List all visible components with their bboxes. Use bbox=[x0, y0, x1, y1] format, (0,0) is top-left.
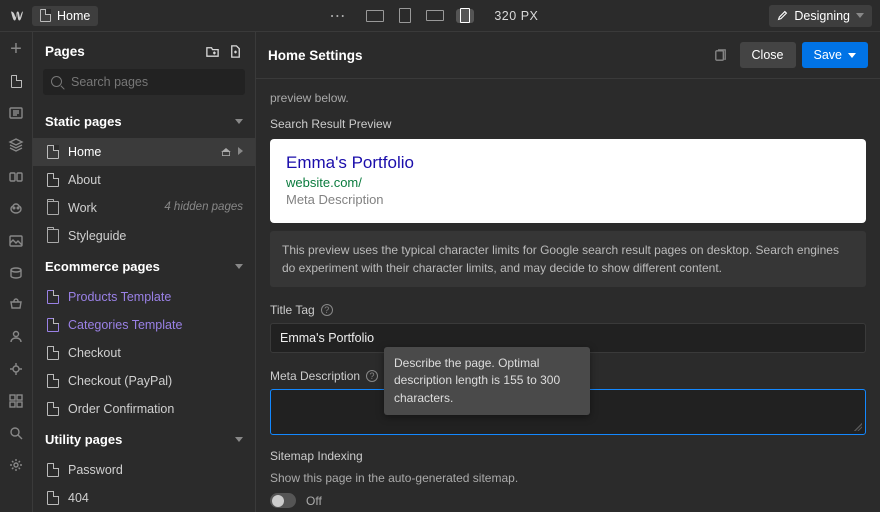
sitemap-hint: Show this page in the auto-generated sit… bbox=[270, 471, 866, 485]
save-button[interactable]: Save bbox=[802, 42, 869, 68]
sitemap-label: Sitemap Indexing bbox=[270, 449, 866, 463]
page-row-styleguide[interactable]: Styleguide bbox=[33, 222, 255, 250]
preview-title: Emma's Portfolio bbox=[286, 153, 850, 173]
page-row-password[interactable]: Password bbox=[33, 456, 255, 484]
variables-icon[interactable] bbox=[7, 168, 25, 186]
style-icon[interactable] bbox=[7, 200, 25, 218]
pages-icon[interactable] bbox=[7, 72, 25, 90]
apps-icon[interactable] bbox=[7, 392, 25, 410]
settings-header: Home Settings Close Save bbox=[256, 32, 880, 79]
page-row-404[interactable]: 404 bbox=[33, 484, 255, 512]
preview-url: website.com/ bbox=[286, 175, 850, 190]
pages-header: Pages bbox=[33, 32, 255, 69]
section-utility-pages[interactable]: Utility pages bbox=[33, 423, 255, 456]
sitemap-state: Off bbox=[306, 494, 322, 508]
breadcrumb-label: Home bbox=[57, 9, 90, 23]
page-icon bbox=[47, 145, 59, 159]
search-result-preview: Emma's Portfolio website.com/ Meta Descr… bbox=[270, 139, 866, 223]
preview-description: Meta Description bbox=[286, 192, 850, 207]
more-icon[interactable]: ⋯ bbox=[329, 6, 346, 26]
page-row-products-template[interactable]: Products Template bbox=[33, 283, 255, 311]
settings-title: Home Settings bbox=[268, 48, 713, 63]
folder-icon bbox=[47, 229, 59, 243]
pencil-icon bbox=[777, 10, 788, 21]
page-row-checkout-paypal[interactable]: Checkout (PayPal) bbox=[33, 367, 255, 395]
app-logo-icon bbox=[8, 7, 26, 25]
help-icon[interactable]: ? bbox=[366, 370, 378, 382]
search-placeholder: Search pages bbox=[71, 75, 148, 89]
search-pages-input[interactable]: Search pages bbox=[43, 69, 245, 95]
settings-body: preview below. Search Result Preview Emm… bbox=[256, 79, 880, 512]
close-button[interactable]: Close bbox=[740, 42, 796, 68]
tablet-device-icon[interactable] bbox=[396, 9, 414, 23]
chevron-down-icon bbox=[856, 13, 864, 18]
new-folder-icon[interactable] bbox=[205, 44, 220, 59]
page-row-work[interactable]: Work 4 hidden pages bbox=[33, 194, 255, 222]
mode-selector[interactable]: Designing bbox=[769, 5, 872, 27]
cms-icon[interactable] bbox=[7, 264, 25, 282]
left-rail: + bbox=[0, 32, 33, 512]
page-row-about[interactable]: About bbox=[33, 166, 255, 194]
page-icon bbox=[47, 463, 59, 477]
search-icon[interactable] bbox=[7, 424, 25, 442]
page-row-categories-template[interactable]: Categories Template bbox=[33, 311, 255, 339]
assets-icon[interactable] bbox=[7, 232, 25, 250]
mode-label: Designing bbox=[794, 9, 850, 23]
search-preview-label: Search Result Preview bbox=[270, 117, 866, 131]
preview-tail-text: preview below. bbox=[270, 91, 866, 105]
page-icon bbox=[47, 402, 59, 416]
pages-panel: Pages Search pages Static pages Home Abo… bbox=[33, 32, 256, 512]
page-icon bbox=[47, 491, 59, 505]
title-tag-label: Title Tag ? bbox=[270, 303, 866, 317]
section-ecommerce-pages[interactable]: Ecommerce pages bbox=[33, 250, 255, 283]
tablet-landscape-icon[interactable] bbox=[426, 9, 444, 23]
page-icon bbox=[47, 318, 59, 332]
page-icon bbox=[40, 9, 51, 22]
logic-icon[interactable] bbox=[7, 360, 25, 378]
settings-panel: Home Settings Close Save preview below. … bbox=[256, 32, 880, 512]
components-icon[interactable] bbox=[7, 136, 25, 154]
page-row-home[interactable]: Home bbox=[33, 138, 255, 166]
page-icon bbox=[47, 173, 59, 187]
add-element-icon[interactable]: + bbox=[7, 40, 25, 58]
page-icon bbox=[47, 374, 59, 388]
phone-device-icon[interactable] bbox=[456, 9, 474, 23]
desktop-device-icon[interactable] bbox=[366, 9, 384, 23]
pages-title: Pages bbox=[45, 44, 197, 59]
breadcrumb-home[interactable]: Home bbox=[32, 6, 98, 26]
section-static-pages[interactable]: Static pages bbox=[33, 105, 255, 138]
copy-icon[interactable] bbox=[713, 48, 728, 63]
users-icon[interactable] bbox=[7, 328, 25, 346]
hidden-pages-note: 4 hidden pages bbox=[164, 202, 243, 214]
ecommerce-icon[interactable] bbox=[7, 296, 25, 314]
viewport-size: 320 PX bbox=[494, 9, 538, 23]
sitemap-toggle[interactable] bbox=[270, 493, 296, 508]
page-icon bbox=[47, 290, 59, 304]
search-icon bbox=[51, 76, 64, 89]
settings-icon[interactable] bbox=[7, 456, 25, 474]
home-icon bbox=[221, 148, 231, 156]
folder-icon bbox=[47, 201, 59, 215]
chevron-down-icon bbox=[848, 53, 856, 58]
page-row-checkout[interactable]: Checkout bbox=[33, 339, 255, 367]
topbar: Home ⋯ 320 PX Designing bbox=[0, 0, 880, 32]
sitemap-toggle-row: Off bbox=[270, 493, 866, 508]
new-page-icon[interactable] bbox=[228, 44, 243, 59]
chevron-right-icon bbox=[238, 147, 243, 155]
page-icon bbox=[47, 346, 59, 360]
meta-description-tooltip: Describe the page. Optimal description l… bbox=[384, 347, 590, 415]
navigator-icon[interactable] bbox=[7, 104, 25, 122]
preview-note: This preview uses the typical character … bbox=[270, 231, 866, 287]
page-row-order-confirmation[interactable]: Order Confirmation bbox=[33, 395, 255, 423]
help-icon[interactable]: ? bbox=[321, 304, 333, 316]
